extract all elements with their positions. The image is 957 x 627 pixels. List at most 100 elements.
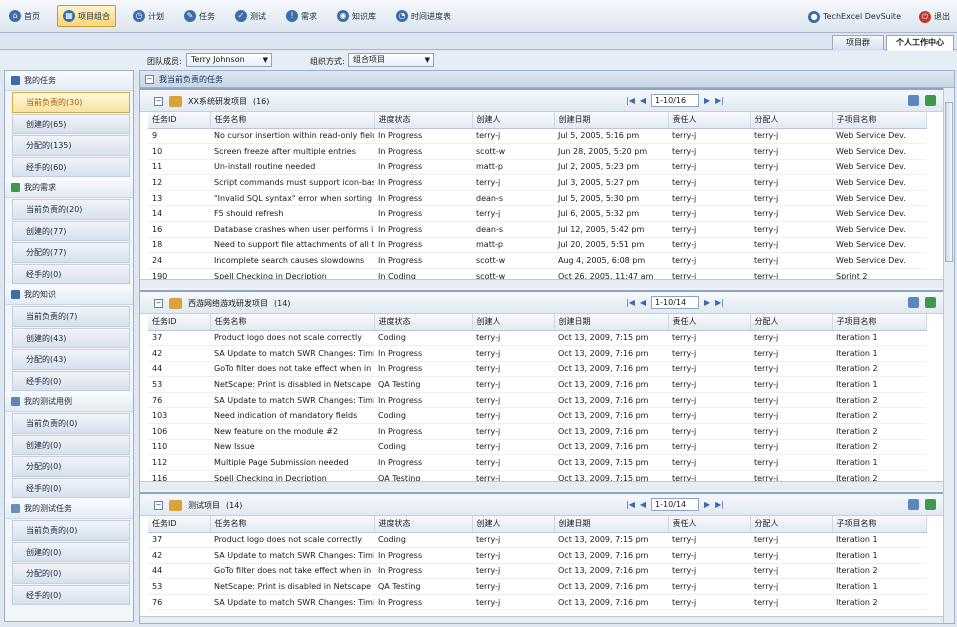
table-row[interactable]: 44 GoTo filter does not take effect when … <box>148 563 926 580</box>
sidebar-item[interactable]: 分配的(0) <box>12 563 130 584</box>
column-header[interactable]: 任务名称 <box>210 112 375 129</box>
next-page-icon[interactable]: ▶ <box>704 500 710 509</box>
sidebar-item[interactable]: 经手的(0) <box>12 584 130 605</box>
sidebar-item[interactable]: 经手的(0) <box>12 370 130 391</box>
column-header[interactable]: 分配人 <box>750 314 833 331</box>
first-page-icon[interactable]: |◀ <box>626 500 635 509</box>
sidebar-item[interactable]: 当前负责的(0) <box>12 520 130 541</box>
sidebar-item[interactable]: 分配的(0) <box>12 456 130 477</box>
table-row[interactable]: 112 Multiple Page Submission needed In Pro… <box>148 454 926 471</box>
last-page-icon[interactable]: ▶| <box>715 96 724 105</box>
sidebar-item[interactable]: 创建的(65) <box>12 113 130 134</box>
nav-home[interactable]: ⌂ 首页 <box>6 5 43 27</box>
sidebar-item[interactable]: 经手的(0) <box>12 477 130 498</box>
column-header[interactable]: 创建日期 <box>554 516 669 533</box>
nav-requirement[interactable]: ! 需求 <box>283 5 320 27</box>
sidebar-section-header[interactable]: 我的需求 <box>5 178 133 198</box>
table-row[interactable]: 16 Database crashes when user performs il… <box>148 221 926 238</box>
table-row[interactable]: 53 NetScape: Print is disabled in Netscap… <box>148 578 926 595</box>
column-header[interactable]: 创建日期 <box>554 112 669 129</box>
settings-icon[interactable] <box>908 297 919 308</box>
sidebar-item[interactable]: 当前负责的(30) <box>12 92 130 113</box>
column-header[interactable]: 子项目名称 <box>832 314 927 331</box>
collapse-icon[interactable]: − <box>154 501 163 510</box>
refresh-icon[interactable] <box>925 499 936 510</box>
nav-knowledge[interactable]: ◉ 知识库 <box>334 5 379 27</box>
sidebar-section-header[interactable]: 我的测试任务 <box>5 499 133 519</box>
sidebar-item[interactable]: 创建的(0) <box>12 434 130 455</box>
table-row[interactable]: 9 No cursor insertion within read-only fi… <box>148 128 926 145</box>
column-header[interactable]: 责任人 <box>668 112 751 129</box>
table-row[interactable]: 42 SA Update to match SWR Changes: Timing… <box>148 345 926 362</box>
sidebar-item[interactable]: 经手的(0) <box>12 263 130 284</box>
sidebar-item[interactable]: 分配的(43) <box>12 349 130 370</box>
horizontal-scrollbar[interactable] <box>140 279 944 288</box>
prev-page-icon[interactable]: ◀ <box>640 298 646 307</box>
horizontal-scrollbar[interactable] <box>140 481 944 490</box>
table-row[interactable]: 18 Need to support file attachments of al… <box>148 237 926 254</box>
settings-icon[interactable] <box>908 95 919 106</box>
page-range-input[interactable]: 1-10/14 <box>651 498 700 511</box>
nav-task[interactable]: ✎ 任务 <box>181 5 218 27</box>
tab-personal-workspace[interactable]: 个人工作中心 <box>886 35 954 51</box>
column-header[interactable]: 任务名称 <box>210 314 375 331</box>
column-header[interactable]: 任务名称 <box>210 516 375 533</box>
column-header[interactable]: 创建人 <box>472 516 555 533</box>
table-row[interactable]: 37 Product logo does not scale correctly C… <box>148 330 926 347</box>
tab-program[interactable]: 项目群 <box>832 35 884 50</box>
refresh-icon[interactable] <box>925 95 936 106</box>
column-header[interactable]: 进度状态 <box>374 112 473 129</box>
column-header[interactable]: 分配人 <box>750 112 833 129</box>
column-header[interactable]: 责任人 <box>668 516 751 533</box>
column-header[interactable]: 任务ID <box>148 314 211 331</box>
sidebar-section-header[interactable]: 我的测试用例 <box>5 392 133 412</box>
sidebar-item[interactable]: 经手的(60) <box>12 156 130 177</box>
collapse-icon[interactable]: − <box>154 97 163 106</box>
next-page-icon[interactable]: ▶ <box>704 298 710 307</box>
column-header[interactable]: 子项目名称 <box>832 112 927 129</box>
nav-plan[interactable]: ◷ 计划 <box>130 5 167 27</box>
scroll-thumb[interactable] <box>945 102 953 262</box>
table-row[interactable]: 24 Incomplete search causes slowdowns In P… <box>148 252 926 269</box>
sidebar-item[interactable]: 当前负责的(0) <box>12 413 130 434</box>
table-row[interactable]: 44 GoTo filter does not take effect when … <box>148 361 926 378</box>
sidebar-item[interactable]: 创建的(43) <box>12 327 130 348</box>
column-header[interactable]: 进度状态 <box>374 516 473 533</box>
prev-page-icon[interactable]: ◀ <box>640 500 646 509</box>
table-row[interactable]: 106 New feature on the module #2 In Progre… <box>148 423 926 440</box>
sidebar-item[interactable]: 创建的(77) <box>12 220 130 241</box>
collapse-icon[interactable]: − <box>154 299 163 308</box>
column-header[interactable]: 责任人 <box>668 314 751 331</box>
table-row[interactable]: 53 NetScape: Print is disabled in Netscap… <box>148 376 926 393</box>
last-page-icon[interactable]: ▶| <box>715 298 724 307</box>
column-header[interactable]: 子项目名称 <box>832 516 927 533</box>
member-select[interactable]: Terry Johnson ▼ <box>186 53 272 67</box>
table-row[interactable]: 10 Screen freeze after multiple entries In… <box>148 143 926 160</box>
nav-test[interactable]: ✓ 测试 <box>232 5 269 27</box>
sidebar-item[interactable]: 当前负责的(20) <box>12 199 130 220</box>
table-row[interactable]: 11 Un-install routine needed In Progress ma… <box>148 159 926 176</box>
table-row[interactable]: 42 SA Update to match SWR Changes: Timing… <box>148 547 926 564</box>
table-row[interactable]: 76 SA Update to match SWR Changes: Timing… <box>148 392 926 409</box>
column-header[interactable]: 任务ID <box>148 112 211 129</box>
sidebar-item[interactable]: 当前负责的(7) <box>12 306 130 327</box>
table-row[interactable]: 37 Product logo does not scale correctly C… <box>148 532 926 549</box>
vertical-scrollbar[interactable] <box>943 88 954 623</box>
last-page-icon[interactable]: ▶| <box>715 500 724 509</box>
column-header[interactable]: 创建人 <box>472 314 555 331</box>
first-page-icon[interactable]: |◀ <box>626 96 635 105</box>
horizontal-scrollbar[interactable] <box>140 616 944 623</box>
logout-button[interactable]: ⏻ 退出 <box>916 6 953 28</box>
sidebar-section-header[interactable]: 我的任务 <box>5 71 133 91</box>
collapse-icon[interactable]: − <box>145 74 154 84</box>
column-header[interactable]: 进度状态 <box>374 314 473 331</box>
org-select[interactable]: 组合项目 ▼ <box>348 53 434 67</box>
table-row[interactable]: 110 New Issue Coding terry-j Oct 13, 2009, 7… <box>148 439 926 456</box>
column-header[interactable]: 分配人 <box>750 516 833 533</box>
page-range-input[interactable]: 1-10/14 <box>651 296 700 309</box>
nav-timesheet[interactable]: ◔ 时间进度表 <box>393 5 454 27</box>
column-header[interactable]: 任务ID <box>148 516 211 533</box>
next-page-icon[interactable]: ▶ <box>704 96 710 105</box>
table-row[interactable]: 14 F5 should refresh In Progress terry-j Jul… <box>148 205 926 223</box>
prev-page-icon[interactable]: ◀ <box>640 96 646 105</box>
